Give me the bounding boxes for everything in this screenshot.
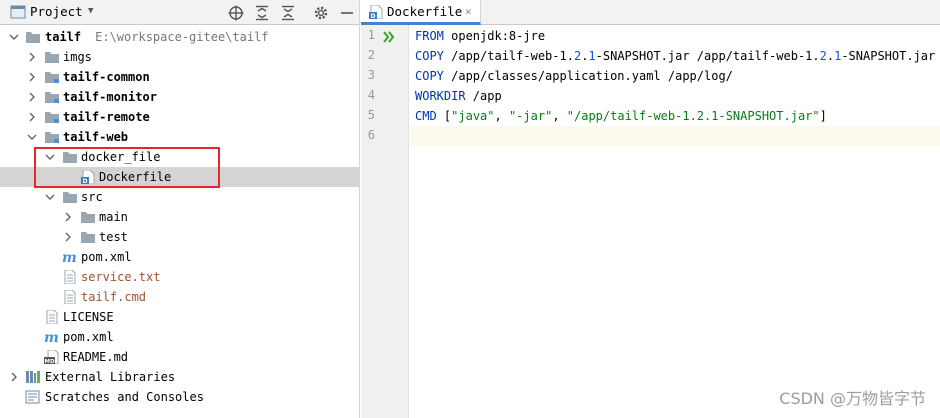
current-line-highlight (410, 126, 940, 146)
tree-item-main[interactable]: main (0, 207, 359, 227)
line-number: 2 (367, 48, 375, 62)
collapse-all-icon[interactable] (279, 4, 297, 22)
tree-item-label: External Libraries (45, 370, 176, 384)
folder-icon (81, 212, 95, 223)
line-number: 5 (367, 108, 375, 122)
folder-icon (26, 32, 40, 43)
markdown-file-icon: MD (44, 350, 59, 364)
folder-icon (81, 232, 95, 243)
chevron-down-icon[interactable] (44, 191, 56, 203)
editor: D Dockerfile × 1 2 3 4 5 6 FROM openjdk:… (361, 0, 940, 418)
tab-dockerfile[interactable]: D Dockerfile × (361, 0, 481, 25)
tree-item-label: tailf-remote (63, 110, 150, 124)
project-panel-title[interactable]: Project (30, 4, 83, 19)
minimize-icon[interactable] (338, 4, 356, 22)
tree-item-label: service.txt (81, 270, 161, 284)
tree-item-external-libraries[interactable]: External Libraries (0, 367, 359, 387)
code-editor[interactable]: FROM openjdk:8-jre COPY /app/tailf-web-1… (410, 25, 940, 418)
text-file-icon (64, 270, 76, 284)
tree-item-label: tailf-web (63, 130, 129, 144)
tree-item-label: imgs (63, 50, 92, 64)
close-icon[interactable]: × (465, 5, 472, 18)
chevron-right-icon[interactable] (26, 51, 38, 63)
line-number: 6 (367, 128, 375, 142)
tree-item-tailf[interactable]: tailf E:\workspace-gitee\tailf (0, 27, 359, 47)
tree-item-pom-xml[interactable]: m pom.xml (0, 247, 359, 267)
chevron-right-icon[interactable] (26, 111, 38, 123)
project-panel: Project ▼ tailf E:\workspace-gitee\tailf… (0, 0, 360, 418)
code-line: WORKDIR /app (415, 89, 502, 103)
folder-icon (63, 192, 77, 203)
tree-item-tailf-web[interactable]: tailf-web (0, 127, 359, 147)
text-file-icon (64, 290, 76, 304)
tree-item-label: README.md (63, 350, 129, 364)
tree-item-label: pom.xml (63, 330, 114, 344)
svg-text:m: m (62, 250, 77, 264)
tree-item-label: tailf (45, 30, 82, 44)
code-line: CMD ["java", "-jar", "/app/tailf-web-1.2… (415, 109, 827, 123)
project-path: E:\workspace-gitee\tailf (95, 30, 269, 44)
scratches-icon (25, 390, 40, 404)
svg-text:D: D (371, 13, 376, 19)
chevron-right-icon[interactable] (62, 211, 74, 223)
dockerfile-icon: D (369, 5, 383, 19)
tree-item-license[interactable]: LICENSE (0, 307, 359, 327)
editor-tab-bar: D Dockerfile × (361, 0, 940, 25)
expand-all-icon[interactable] (253, 4, 271, 22)
tab-label: Dockerfile (387, 4, 463, 19)
tree-item-label: LICENSE (63, 310, 114, 324)
code-line: FROM openjdk:8-jre (415, 29, 546, 43)
chevron-right-icon[interactable] (8, 371, 20, 383)
code-line: COPY /app/tailf-web-1.2.1-SNAPSHOT.jar /… (415, 49, 936, 63)
tree-item-imgs[interactable]: imgs (0, 47, 359, 67)
svg-text:m: m (44, 330, 59, 344)
library-icon (26, 371, 40, 383)
tree-item-label: tailf.cmd (81, 290, 147, 304)
project-panel-header: Project ▼ (0, 0, 359, 25)
text-file-icon (46, 310, 58, 324)
module-folder-icon (45, 92, 59, 103)
maven-icon: m (62, 250, 77, 264)
tree-item-scratches[interactable]: Scratches and Consoles (0, 387, 359, 407)
chevron-right-icon[interactable] (26, 91, 38, 103)
tree-item-label: tailf-common (63, 70, 150, 84)
tree-item-src[interactable]: src (0, 187, 359, 207)
tree-item-service-txt[interactable]: service.txt (0, 267, 359, 287)
tree-item-tailf-remote[interactable]: tailf-remote (0, 107, 359, 127)
dropdown-icon[interactable]: ▼ (88, 6, 93, 16)
tree-item-tailf-common[interactable]: tailf-common (0, 67, 359, 87)
tree-item-test[interactable]: test (0, 227, 359, 247)
tree-item-label: main (99, 210, 128, 224)
tree-item-label: tailf-monitor (63, 90, 157, 104)
code-line: COPY /app/classes/application.yaml /app/… (415, 69, 733, 83)
chevron-down-icon[interactable] (8, 31, 20, 43)
folder-icon (45, 52, 59, 63)
module-folder-icon (45, 132, 59, 143)
module-folder-icon (45, 72, 59, 83)
svg-text:MD: MD (45, 359, 55, 364)
line-number: 4 (367, 88, 375, 102)
line-number: 1 (367, 28, 375, 42)
module-folder-icon (45, 112, 59, 123)
tree-item-label: pom.xml (81, 250, 132, 264)
maven-icon: m (44, 330, 59, 344)
chevron-right-icon[interactable] (62, 231, 74, 243)
line-number: 3 (367, 68, 375, 82)
tree-item-label: test (99, 230, 128, 244)
editor-gutter: 1 2 3 4 5 6 (361, 25, 409, 418)
tree-item-readme-md[interactable]: MD README.md (0, 347, 359, 367)
locate-icon[interactable] (227, 4, 245, 22)
run-icon[interactable] (383, 31, 395, 43)
tree-item-label: Scratches and Consoles (45, 390, 204, 404)
tree-item-tailf-monitor[interactable]: tailf-monitor (0, 87, 359, 107)
highlight-box (34, 147, 220, 188)
watermark: CSDN @万物皆字节 (779, 389, 926, 408)
chevron-right-icon[interactable] (26, 71, 38, 83)
gear-icon[interactable] (312, 4, 330, 22)
project-icon (10, 5, 26, 19)
tree-item-pom-xml[interactable]: m pom.xml (0, 327, 359, 347)
chevron-down-icon[interactable] (26, 131, 38, 143)
tree-item-label: src (81, 190, 103, 204)
tree-item-tailf-cmd[interactable]: tailf.cmd (0, 287, 359, 307)
